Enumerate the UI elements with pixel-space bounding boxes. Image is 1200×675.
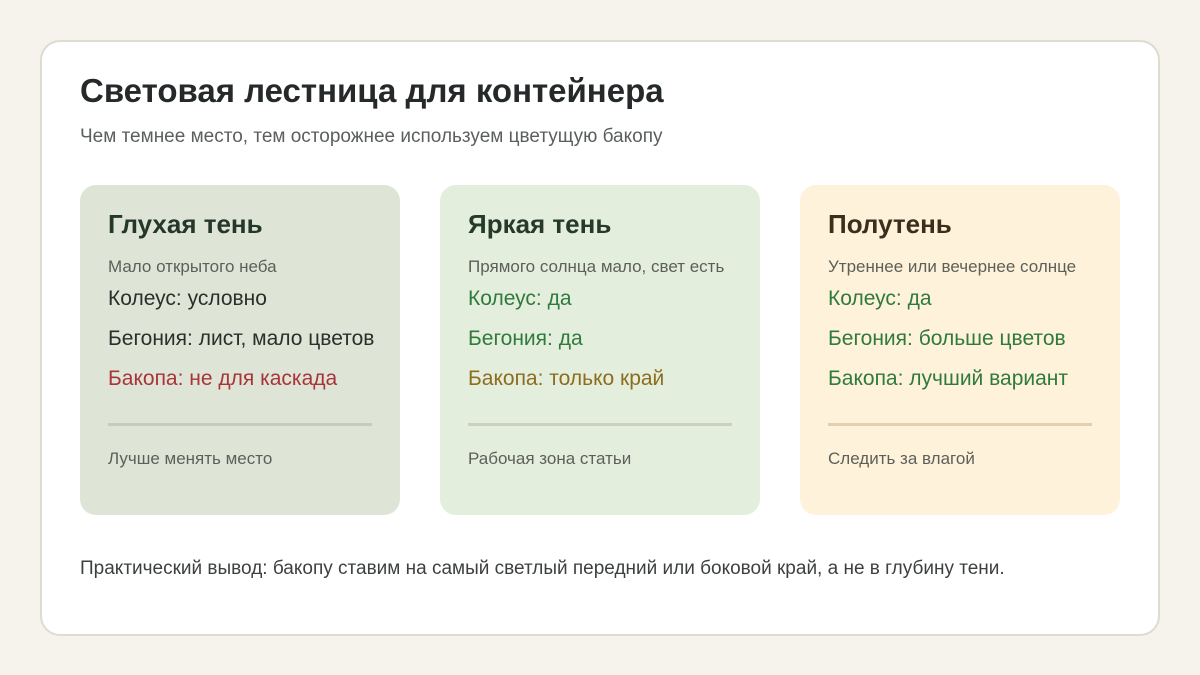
card-note: Лучше менять место bbox=[108, 449, 273, 468]
infographic-panel: Световая лестница для контейнера Чем тем… bbox=[40, 40, 1160, 636]
card-divider bbox=[828, 423, 1092, 426]
card-title: Полутень bbox=[828, 209, 952, 239]
card-line-bacopa: Бакопа: лучший вариант bbox=[828, 367, 1069, 390]
card-line-begonia: Бегония: больше цветов bbox=[828, 327, 1066, 350]
page-subtitle: Чем темнее место, тем осторожнее использ… bbox=[80, 126, 663, 147]
conclusion-text: Практический вывод: бакопу ставим на сам… bbox=[80, 558, 1005, 579]
card-deep-shade: Глухая тень Мало открытого неба Колеус: … bbox=[80, 185, 400, 515]
card-line-begonia: Бегония: лист, мало цветов bbox=[108, 327, 375, 350]
card-line-begonia: Бегония: да bbox=[468, 327, 583, 350]
card-note: Рабочая зона статьи bbox=[468, 449, 632, 468]
page-title: Световая лестница для контейнера bbox=[80, 72, 664, 109]
card-subtitle: Прямого солнца мало, свет есть bbox=[468, 257, 725, 276]
card-line-bacopa: Бакопа: только край bbox=[468, 367, 665, 390]
card-line-coleus: Колеус: условно bbox=[108, 287, 267, 310]
card-line-bacopa: Бакопа: не для каскада bbox=[108, 367, 338, 390]
card-line-coleus: Колеус: да bbox=[468, 287, 572, 310]
card-subtitle: Мало открытого неба bbox=[108, 257, 277, 276]
card-bright-shade: Яркая тень Прямого солнца мало, свет ест… bbox=[440, 185, 760, 515]
card-divider bbox=[468, 423, 732, 426]
card-title: Глухая тень bbox=[108, 209, 263, 239]
card-note: Следить за влагой bbox=[828, 449, 975, 468]
card-line-coleus: Колеус: да bbox=[828, 287, 932, 310]
card-title: Яркая тень bbox=[468, 209, 612, 239]
card-partial-shade: Полутень Утреннее или вечернее солнце Ко… bbox=[800, 185, 1120, 515]
card-divider bbox=[108, 423, 372, 426]
card-subtitle: Утреннее или вечернее солнце bbox=[828, 257, 1077, 276]
